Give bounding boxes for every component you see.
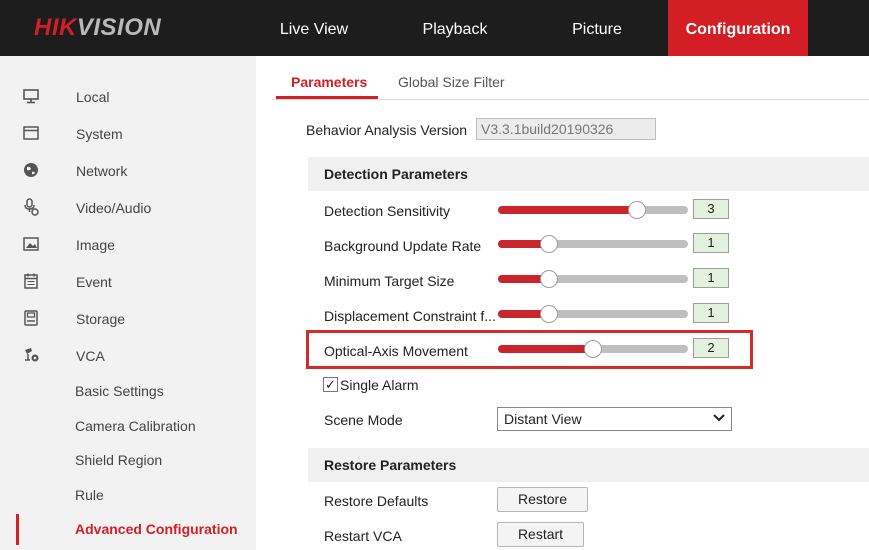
sidebar-item-event[interactable]: Event	[0, 262, 256, 299]
single-alarm-checkbox[interactable]: ✓	[323, 377, 338, 392]
nav-picture[interactable]: Picture	[552, 0, 642, 56]
tab-bar: Parameters Global Size Filter	[272, 64, 869, 100]
vca-icon	[22, 346, 40, 364]
single-alarm-label: Single Alarm	[340, 377, 419, 393]
active-indicator	[16, 514, 19, 545]
sidebar-item-label: Event	[76, 274, 112, 290]
monitor-icon	[22, 87, 40, 105]
background-update-rate-slider[interactable]	[498, 235, 688, 253]
slider-knob[interactable]	[540, 305, 558, 323]
system-icon	[22, 124, 40, 142]
slider-knob[interactable]	[628, 201, 646, 219]
restore-button[interactable]: Restore	[497, 487, 588, 512]
detection-sensitivity-value[interactable]: 3	[693, 199, 729, 219]
slider-fill	[498, 206, 637, 214]
minimum-target-size-value[interactable]: 1	[693, 268, 729, 288]
section-title: Restore Parameters	[324, 457, 457, 473]
section-title: Detection Parameters	[324, 166, 468, 182]
sidebar-item-local[interactable]: Local	[0, 77, 256, 114]
sidebar-subitem-label: Basic Settings	[75, 383, 164, 399]
tab-parameters[interactable]: Parameters	[291, 74, 367, 90]
sidebar-subitem-advanced-configuration[interactable]: Advanced Configuration	[0, 511, 256, 546]
sidebar-item-image[interactable]: Image	[0, 225, 256, 262]
restart-vca-label: Restart VCA	[324, 528, 402, 544]
tab-global-size-filter[interactable]: Global Size Filter	[398, 74, 505, 90]
nav-live-view[interactable]: Live View	[266, 0, 362, 56]
restore-defaults-label: Restore Defaults	[324, 493, 429, 509]
sidebar-item-video-audio[interactable]: Video/Audio	[0, 188, 256, 225]
nav-configuration[interactable]: Configuration	[668, 0, 808, 56]
chevron-down-icon	[713, 407, 725, 435]
hikvision-logo: HIKVISION	[34, 14, 162, 41]
sidebar-item-storage[interactable]: Storage	[0, 299, 256, 336]
sidebar-subitem-shield-region[interactable]: Shield Region	[0, 442, 256, 477]
displacement-constraint-slider[interactable]	[498, 305, 688, 323]
nav-playback[interactable]: Playback	[410, 0, 500, 56]
sidebar-item-label: VCA	[76, 348, 105, 364]
sidebar-item-vca[interactable]: VCA	[0, 336, 256, 373]
sidebar-subitem-basic-settings[interactable]: Basic Settings	[0, 373, 256, 408]
background-update-rate-value[interactable]: 1	[693, 233, 729, 253]
sidebar-subitem-label: Advanced Configuration	[75, 521, 238, 537]
sidebar-subitem-label: Camera Calibration	[75, 418, 196, 434]
sidebar-subitem-rule[interactable]: Rule	[0, 477, 256, 512]
scene-mode-label: Scene Mode	[324, 412, 403, 428]
sidebar: Local System Network Video/Audio Image E…	[0, 56, 256, 550]
sidebar-item-label: Video/Audio	[76, 200, 152, 216]
sidebar-subitem-label: Shield Region	[75, 452, 163, 468]
active-tab-underline	[276, 96, 378, 99]
sidebar-subitem-label: Rule	[75, 487, 104, 503]
top-navigation-bar: HIKVISION Live View Playback Picture Con…	[0, 0, 869, 56]
sidebar-item-label: Storage	[76, 311, 126, 327]
sidebar-subitem-camera-calibration[interactable]: Camera Calibration	[0, 408, 256, 443]
scene-mode-value: Distant View	[504, 411, 582, 427]
slider-knob[interactable]	[540, 270, 558, 288]
sidebar-item-label: Image	[76, 237, 115, 253]
param-label: Minimum Target Size	[324, 273, 455, 289]
restart-button[interactable]: Restart	[497, 522, 584, 547]
detection-parameters-header: Detection Parameters	[308, 157, 869, 191]
image-icon	[22, 235, 40, 253]
detection-sensitivity-slider[interactable]	[498, 201, 688, 219]
version-field: V3.3.1build20190326	[476, 118, 656, 140]
slider-knob[interactable]	[540, 235, 558, 253]
globe-icon	[22, 161, 40, 179]
highlight-box	[306, 330, 753, 369]
sidebar-item-label: System	[76, 126, 123, 142]
minimum-target-size-slider[interactable]	[498, 270, 688, 288]
sidebar-item-label: Network	[76, 163, 128, 179]
param-label: Background Update Rate	[324, 238, 482, 254]
storage-icon	[22, 309, 40, 327]
param-label: Detection Sensitivity	[324, 203, 451, 219]
scene-mode-select[interactable]: Distant View	[497, 407, 732, 431]
calendar-icon	[22, 272, 40, 290]
video-audio-icon	[22, 198, 40, 216]
restore-parameters-header: Restore Parameters	[308, 448, 869, 482]
version-label: Behavior Analysis Version	[306, 122, 468, 138]
displacement-constraint-value[interactable]: 1	[693, 303, 729, 323]
param-label: Displacement Constraint f...	[324, 308, 496, 324]
sidebar-item-network[interactable]: Network	[0, 151, 256, 188]
sidebar-item-system[interactable]: System	[0, 114, 256, 151]
sidebar-item-label: Local	[76, 89, 110, 105]
